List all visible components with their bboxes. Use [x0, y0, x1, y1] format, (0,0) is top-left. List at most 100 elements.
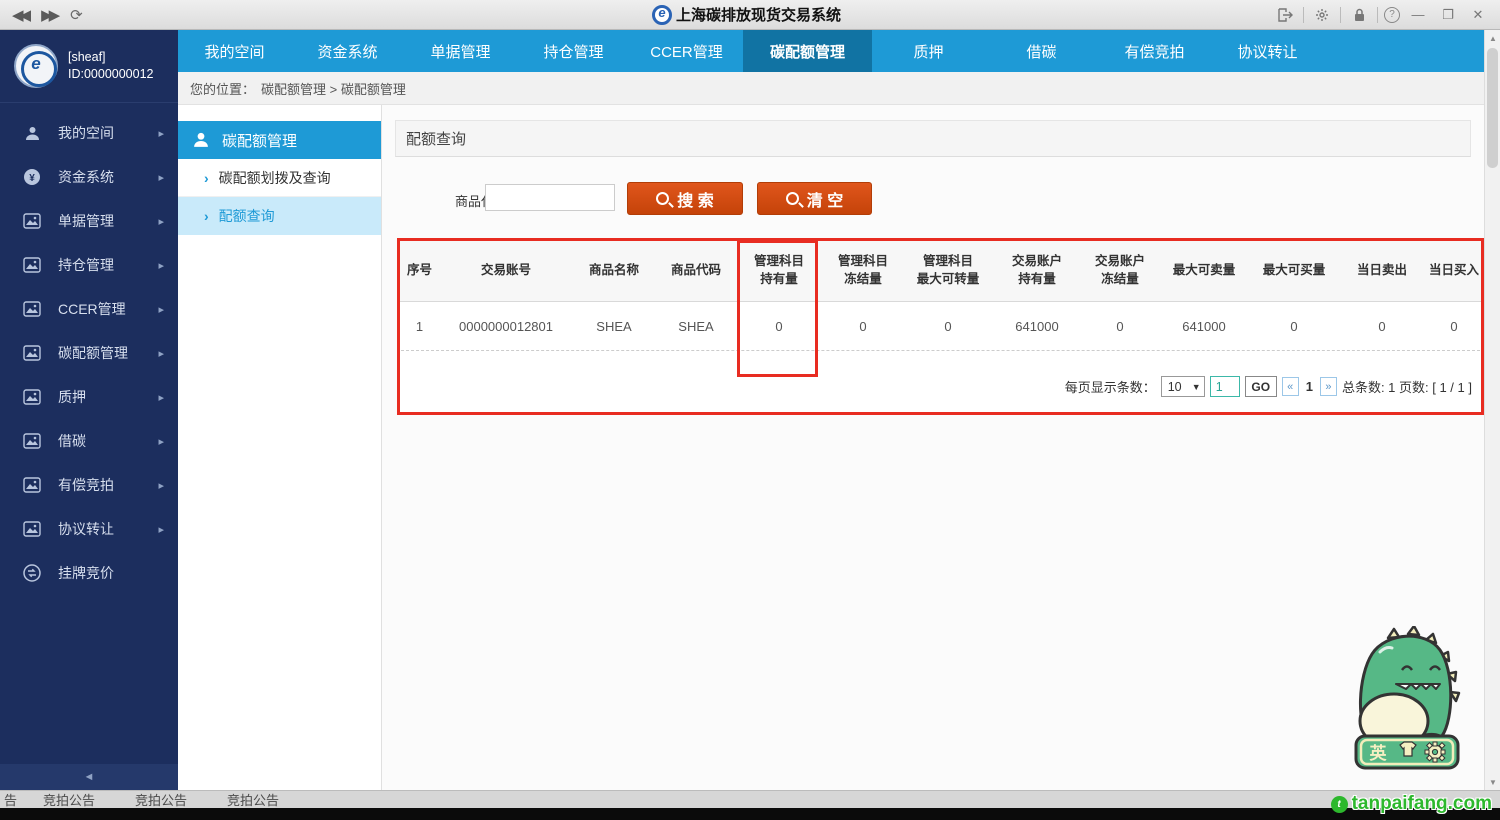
borrow-icon: [22, 431, 42, 451]
chevron-right-icon: ▸: [158, 347, 164, 360]
tab-position-mgmt[interactable]: 持仓管理: [517, 30, 630, 72]
lock-icon[interactable]: [1347, 5, 1371, 25]
chevron-right-icon: ▸: [158, 303, 164, 316]
browser-forward-icon[interactable]: ▶▶: [41, 6, 56, 24]
prev-page-button[interactable]: «: [1282, 377, 1299, 396]
sidebar-item-my-space[interactable]: 我的空间 ▸: [0, 111, 178, 155]
tab-agreement-transfer[interactable]: 协议转让: [1211, 30, 1324, 72]
restore-button[interactable]: ❐: [1436, 5, 1460, 25]
scrollbar-thumb[interactable]: [1487, 48, 1498, 168]
quota-icon: [22, 343, 42, 363]
ticker-item[interactable]: 竞拍公告: [43, 790, 95, 808]
browser-back-icon[interactable]: ◀◀: [12, 6, 27, 24]
cell-product-name: SHEA: [570, 302, 658, 350]
cell-mgmt-holding: 0: [734, 302, 824, 350]
col-header-trade-account-no: 交易账号: [442, 238, 570, 301]
user-id: ID:0000000012: [68, 66, 154, 83]
sidebar-item-carbon-quota-mgmt[interactable]: 碳配额管理 ▸: [0, 331, 178, 375]
submenu-item-label: 碳配额划拨及查询: [219, 168, 331, 188]
col-header-acct-holding: 交易账户 持有量: [994, 238, 1080, 301]
window-titlebar: ◀◀ ▶▶ ⟳ 上海碳排放现货交易系统 ? — ❐ ✕: [0, 0, 1500, 30]
chevron-right-icon: ▸: [158, 435, 164, 448]
search-icon: [786, 192, 799, 205]
sidebar-item-agreement-transfer[interactable]: 协议转让 ▸: [0, 507, 178, 551]
svg-text:¥: ¥: [29, 173, 35, 184]
page-title: 配额查询: [395, 120, 1471, 157]
cell-acct-holding: 641000: [994, 302, 1080, 350]
submenu-header-label: 碳配额管理: [222, 130, 297, 151]
sidebar-item-label: 资金系统: [58, 167, 158, 187]
current-page: 1: [1306, 379, 1313, 394]
pagination: 每页显示条数： 10 ▼ 1 GO « 1 » 总条数: 1 页数: [ 1 /…: [1065, 376, 1472, 397]
clear-button[interactable]: 清 空: [757, 182, 872, 215]
search-button[interactable]: 搜 索: [627, 182, 743, 215]
sidebar-item-position-mgmt[interactable]: 持仓管理 ▸: [0, 243, 178, 287]
col-header-sold-today: 当日卖出: [1340, 238, 1424, 301]
tab-funds-system[interactable]: 资金系统: [291, 30, 404, 72]
tanpaifang-watermark: t tanpaifang.com: [1331, 793, 1492, 815]
col-header-mgmt-max-transfer: 管理科目 最大可转量: [902, 238, 994, 301]
sidebar-collapse-button[interactable]: ◄: [0, 764, 178, 790]
close-button[interactable]: ✕: [1466, 5, 1490, 25]
scroll-up-icon[interactable]: ▲: [1485, 30, 1500, 46]
app-logo-icon: [652, 5, 672, 25]
tab-carbon-quota-mgmt[interactable]: 碳配额管理: [743, 30, 872, 72]
sidebar-item-funds-system[interactable]: ¥ 资金系统 ▸: [0, 155, 178, 199]
sidebar-item-label: 我的空间: [58, 123, 158, 143]
cell-acct-frozen: 0: [1080, 302, 1160, 350]
sidebar-item-paid-auction[interactable]: 有偿竞拍 ▸: [0, 463, 178, 507]
sidebar-item-ccer-mgmt[interactable]: CCER管理 ▸: [0, 287, 178, 331]
sidebar-item-listing-bidding[interactable]: 挂牌竞价: [0, 551, 178, 595]
top-navigation: 我的空间 资金系统 单据管理 持仓管理 CCER管理 碳配额管理 质押 借碳 有…: [178, 30, 1484, 72]
next-page-button[interactable]: »: [1320, 377, 1337, 396]
settings-gear-icon[interactable]: [1310, 5, 1334, 25]
breadcrumb-prefix: 您的位置：: [190, 79, 255, 98]
sidebar-item-pledge[interactable]: 质押 ▸: [0, 375, 178, 419]
tab-document-mgmt[interactable]: 单据管理: [404, 30, 517, 72]
cell-trade-account-no: 0000000012801: [442, 302, 570, 350]
pledge-icon: [22, 387, 42, 407]
ticker-item[interactable]: 竞拍公告: [135, 790, 187, 808]
chevron-right-icon: ▸: [158, 171, 164, 184]
tab-my-space[interactable]: 我的空间: [178, 30, 291, 72]
per-page-select[interactable]: 10 ▼: [1161, 376, 1205, 397]
divider: [1377, 7, 1378, 23]
ticker-item[interactable]: 竞拍公告: [227, 790, 279, 808]
cell-sold-today: 0: [1340, 302, 1424, 350]
scroll-down-icon[interactable]: ▼: [1485, 774, 1500, 790]
col-header-max-sell: 最大可卖量: [1160, 238, 1248, 301]
product-code-input[interactable]: [485, 184, 615, 211]
help-icon[interactable]: ?: [1384, 7, 1400, 23]
logout-icon[interactable]: [1273, 5, 1297, 25]
minimize-button[interactable]: —: [1406, 5, 1430, 25]
sidebar-item-document-mgmt[interactable]: 单据管理 ▸: [0, 199, 178, 243]
tab-borrow-carbon[interactable]: 借碳: [985, 30, 1098, 72]
tab-pledge[interactable]: 质押: [872, 30, 985, 72]
tab-ccer-mgmt[interactable]: CCER管理: [630, 30, 743, 72]
clear-button-label: 清 空: [807, 187, 843, 211]
per-page-value: 10: [1168, 380, 1182, 394]
main-content: 配额查询 商品代码: 搜 索 清 空: [382, 105, 1484, 790]
submenu-item-quota-allocation-query[interactable]: › 碳配额划拨及查询: [178, 159, 381, 197]
ccer-icon: [22, 299, 42, 319]
search-button-label: 搜 索: [677, 187, 713, 211]
col-header-product-code: 商品代码: [658, 238, 734, 301]
announcement-ticker: 告 竞拍公告 竞拍公告 竞拍公告: [0, 790, 1500, 808]
vertical-scrollbar[interactable]: ▲ ▼: [1484, 30, 1500, 790]
sidebar-item-label: 持仓管理: [58, 255, 158, 275]
ticker-item: 告: [4, 790, 17, 808]
breadcrumb: 您的位置： 碳配额管理 > 碳配额管理: [178, 72, 1484, 105]
cell-product-code: SHEA: [658, 302, 734, 350]
listing-icon: [22, 563, 42, 583]
submenu-item-quota-query[interactable]: › 配额查询: [178, 197, 381, 235]
table-row[interactable]: 1 0000000012801 SHEA SHEA 0 0 0 641000 0…: [397, 302, 1484, 350]
cell-bought-today: 0: [1424, 302, 1484, 350]
table-header-row: 序号 交易账号 商品名称 商品代码 管理科目 持有量 管理科目 冻结量 管理科目…: [397, 238, 1484, 302]
chevron-right-icon: ▸: [158, 259, 164, 272]
page-number-input[interactable]: 1: [1210, 376, 1240, 397]
chevron-right-icon: ▸: [158, 127, 164, 140]
go-button[interactable]: GO: [1245, 376, 1277, 397]
tab-paid-auction[interactable]: 有偿竞拍: [1098, 30, 1211, 72]
sidebar-item-borrow-carbon[interactable]: 借碳 ▸: [0, 419, 178, 463]
refresh-icon[interactable]: ⟳: [70, 6, 83, 24]
